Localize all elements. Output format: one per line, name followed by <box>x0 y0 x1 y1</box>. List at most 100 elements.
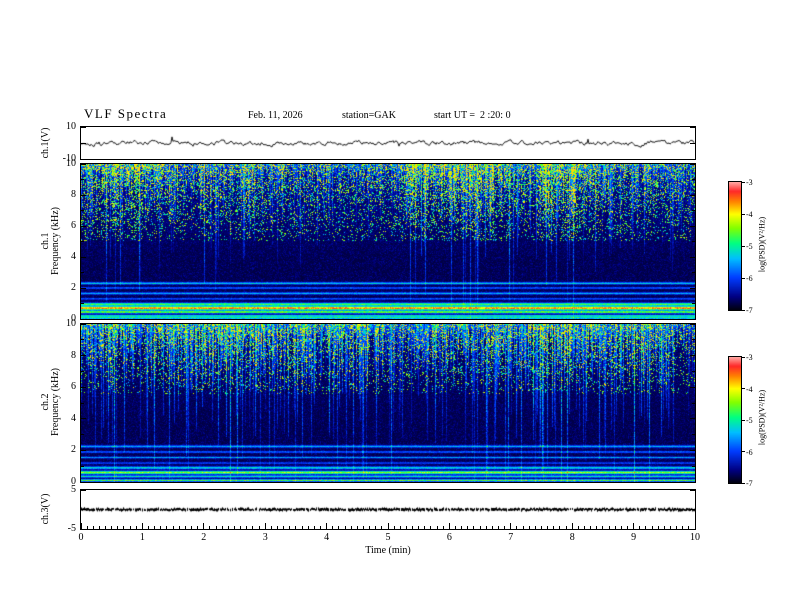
y-minor-tick-mark <box>81 339 84 341</box>
x-minor-tick-mark <box>473 526 475 529</box>
x-minor-tick-mark <box>669 526 671 529</box>
x-minor-tick-mark <box>676 526 678 529</box>
y-tick-mark <box>81 418 86 420</box>
x-tick-label: 7 <box>508 532 514 543</box>
colorbar-tick-mark <box>742 356 745 358</box>
x-minor-tick-mark <box>547 526 549 529</box>
x-minor-tick-mark <box>418 526 420 529</box>
y-minor-tick-mark <box>81 210 84 211</box>
x-minor-tick-mark <box>645 526 647 529</box>
y-tick-label: 4 <box>71 412 76 424</box>
x-tick-mark <box>510 523 512 529</box>
y-tick-mark <box>81 528 86 530</box>
x-minor-tick-mark <box>215 526 217 529</box>
x-minor-tick-mark <box>479 526 481 529</box>
x-minor-tick-mark <box>498 526 500 529</box>
colorbar-tick-mark <box>742 419 745 421</box>
y-tick-label: 6 <box>71 220 76 231</box>
x-minor-tick-mark <box>197 526 199 529</box>
x-tick-mark <box>571 523 573 529</box>
x-minor-tick-mark <box>338 526 340 529</box>
x-minor-tick-mark <box>172 526 174 529</box>
y-tick-mark <box>690 481 695 483</box>
x-minor-tick-mark <box>467 526 469 529</box>
x-minor-tick-mark <box>307 526 309 529</box>
y-tick-mark <box>690 318 695 320</box>
y-minor-tick-mark <box>692 339 695 341</box>
x-minor-tick-mark <box>252 526 254 529</box>
y-minor-tick-mark <box>692 272 695 273</box>
y-tick-mark <box>690 126 695 128</box>
x-minor-tick-mark <box>528 526 530 529</box>
y-tick-mark <box>81 323 86 325</box>
plot-title: VLF Spectra <box>84 106 168 121</box>
x-minor-tick-mark <box>350 526 352 529</box>
y-minor-tick-mark <box>692 210 695 211</box>
y-minor-tick-mark <box>81 272 84 273</box>
y-tick-mark <box>81 287 86 289</box>
x-tick-label: 9 <box>631 532 637 543</box>
x-tick-mark <box>694 523 696 529</box>
ch1-spectrogram-canvas <box>81 164 695 319</box>
x-minor-tick-mark <box>258 526 260 529</box>
x-minor-tick-mark <box>534 526 536 529</box>
x-minor-tick-mark <box>362 526 364 529</box>
ch1-spectrogram-panel <box>80 163 696 320</box>
x-minor-tick-mark <box>399 526 401 529</box>
x-tick-label: 5 <box>385 532 391 543</box>
y-tick-mark <box>690 489 695 491</box>
y-minor-tick-mark <box>81 241 84 242</box>
y-tick-label: 6 <box>71 381 76 393</box>
colorbar-ch2-canvas <box>729 357 741 483</box>
y-tick-label: 2 <box>71 282 76 293</box>
y-minor-tick-mark <box>692 370 695 372</box>
y-tick-label: 10 <box>66 158 76 169</box>
x-minor-tick-mark <box>461 526 463 529</box>
y-tick-mark <box>81 318 86 320</box>
x-minor-tick-mark <box>412 526 414 529</box>
y-tick-label: 8 <box>71 189 76 200</box>
y-tick-label: 5 <box>71 484 76 495</box>
x-minor-tick-mark <box>682 526 684 529</box>
x-minor-tick-mark <box>602 526 604 529</box>
vlf-spectra-figure: VLF Spectra Feb. 11, 2026 station=GAK st… <box>0 0 792 612</box>
y-tick-mark <box>690 158 695 160</box>
ch1-waveform-canvas <box>81 127 695 159</box>
x-minor-tick-mark <box>289 526 291 529</box>
x-minor-tick-mark <box>98 526 100 529</box>
x-tick-mark <box>387 523 389 529</box>
x-minor-tick-mark <box>344 526 346 529</box>
x-minor-tick-mark <box>191 526 193 529</box>
colorbar-tick-mark <box>742 213 745 215</box>
x-minor-tick-mark <box>184 526 186 529</box>
x-minor-tick-mark <box>160 526 162 529</box>
colorbar-tick-label: -4 <box>746 210 753 219</box>
x-minor-tick-mark <box>86 526 88 529</box>
x-minor-tick-mark <box>369 526 371 529</box>
y-tick-mark <box>690 163 695 165</box>
x-tick-mark <box>141 523 143 529</box>
x-minor-tick-mark <box>608 526 610 529</box>
colorbar-ch1-canvas <box>729 182 741 310</box>
x-minor-tick-mark <box>313 526 315 529</box>
y-tick-mark <box>81 194 86 196</box>
y-minor-tick-mark <box>81 370 84 372</box>
y-minor-tick-mark <box>692 434 695 436</box>
x-minor-tick-mark <box>393 526 395 529</box>
y-minor-tick-mark <box>81 465 84 467</box>
x-tick-mark <box>264 523 266 529</box>
x-minor-tick-mark <box>541 526 542 529</box>
y-minor-tick-mark <box>692 179 695 180</box>
x-tick-label: 2 <box>201 532 207 543</box>
y-tick-mark <box>81 489 86 491</box>
x-minor-tick-mark <box>620 526 622 529</box>
x-minor-tick-mark <box>276 526 278 529</box>
x-minor-tick-mark <box>522 526 524 529</box>
x-tick-label: 3 <box>262 532 268 543</box>
x-minor-tick-mark <box>583 526 585 529</box>
y-tick-mark <box>81 386 86 388</box>
x-minor-tick-mark <box>240 526 242 529</box>
x-tick-label: 10 <box>690 532 700 543</box>
y-tick-mark <box>690 509 695 510</box>
x-minor-tick-mark <box>565 526 567 529</box>
